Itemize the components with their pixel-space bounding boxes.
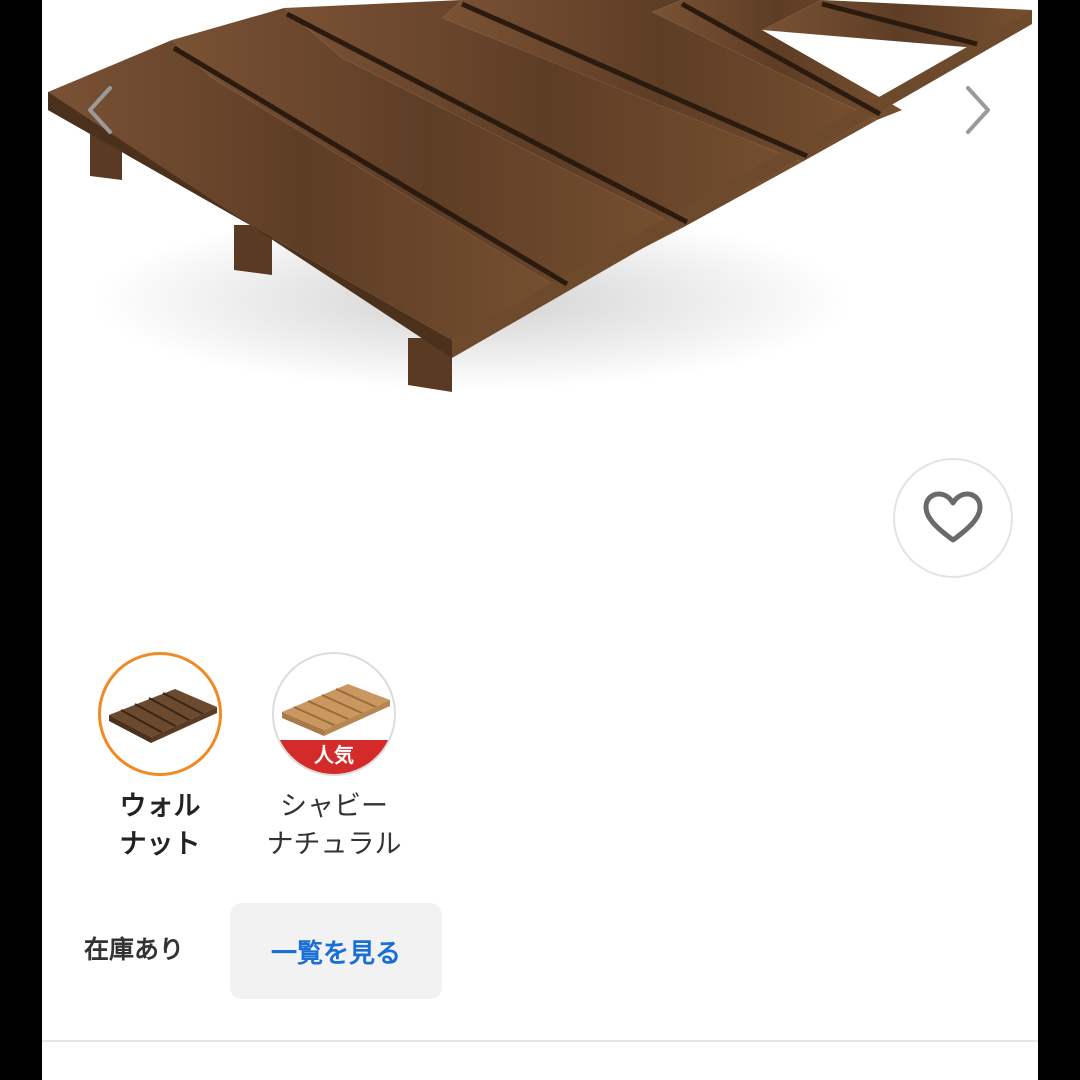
product-screen: 人気 ウォル ナット シャビー ナチュラル 在庫あり 一覧を見る [42, 0, 1038, 1080]
variant-swatch-walnut[interactable] [98, 652, 222, 776]
chevron-left-icon[interactable] [80, 80, 120, 140]
view-all-button[interactable]: 一覧を見る [230, 903, 442, 999]
product-image[interactable] [42, 0, 1038, 440]
variant-label-shabby-natural: シャビー ナチュラル [266, 791, 402, 860]
chevron-right-icon[interactable] [958, 80, 998, 140]
popular-badge: 人気 [274, 740, 394, 774]
heart-outline-icon [923, 491, 983, 543]
variant-label-walnut: ウォル ナット [119, 791, 201, 860]
walnut-bed-thumbnail [109, 689, 217, 743]
variant-swatch-shabby-natural[interactable]: 人気 [272, 652, 396, 776]
stock-status: 在庫あり [84, 935, 185, 964]
favorite-button[interactable] [893, 458, 1013, 578]
section-divider [42, 1040, 1038, 1042]
